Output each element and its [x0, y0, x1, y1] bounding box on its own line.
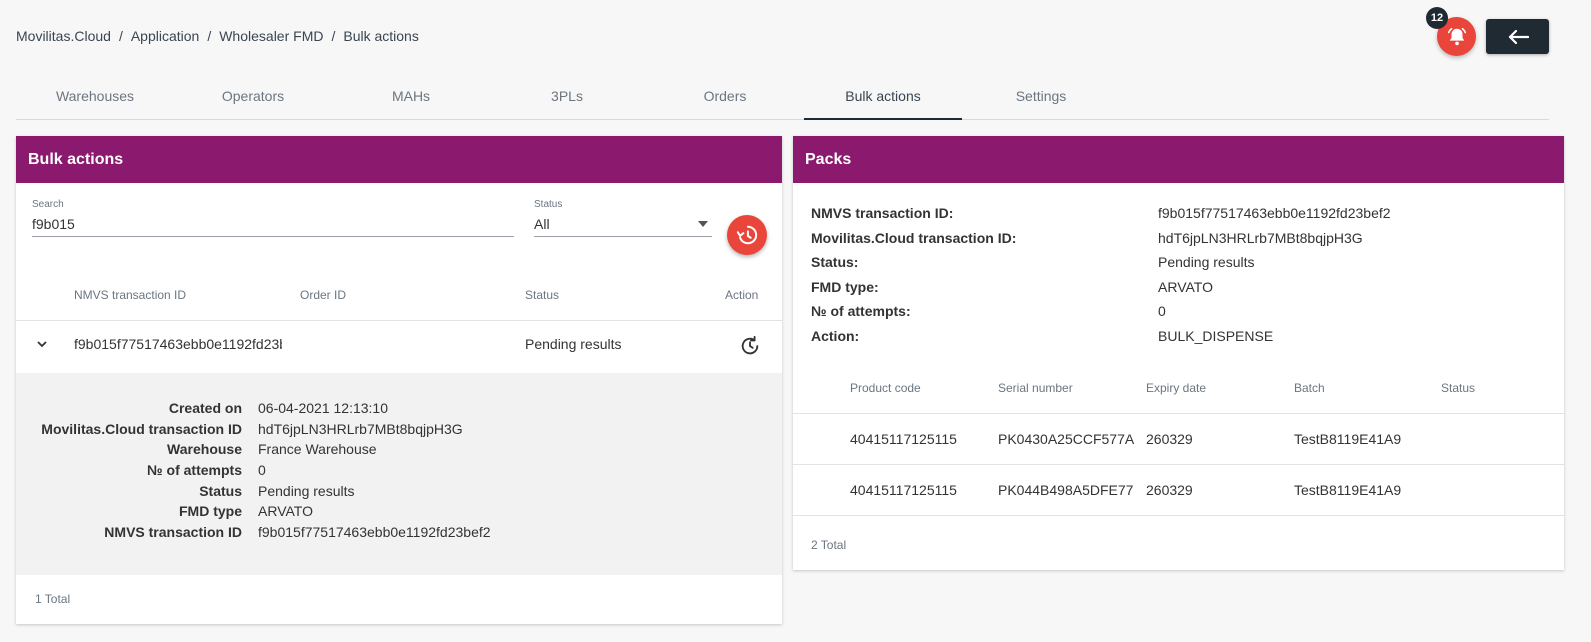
info-value: BULK_DISPENSE [1158, 328, 1274, 344]
detail-label: Warehouse [167, 441, 242, 457]
info-value: ARVATO [1158, 279, 1213, 295]
chevron-down-icon[interactable] [697, 220, 709, 228]
tab-mahs[interactable]: MAHs [332, 76, 490, 120]
tab-orders[interactable]: Orders [646, 76, 804, 120]
row-nmvs-id: f9b015f77517463ebb0e1192fd23bef2 [74, 336, 282, 352]
search-label: Search [32, 199, 64, 210]
history-icon [736, 225, 758, 245]
info-label: № of attempts: [811, 303, 911, 319]
bulk-actions-title: Bulk actions [16, 136, 782, 183]
history-refresh-button[interactable] [727, 215, 767, 255]
detail-value: Pending results [258, 483, 355, 499]
arrow-left-icon [1508, 29, 1529, 44]
row-status: Pending results [525, 336, 622, 352]
col-header-expiry-date[interactable]: Expiry date [1146, 381, 1206, 395]
pack-expiry-date: 260329 [1146, 482, 1193, 498]
detail-value: 06-04-2021 12:13:10 [258, 400, 388, 416]
detail-value: ARVATO [258, 503, 313, 519]
col-header-batch[interactable]: Batch [1294, 381, 1325, 395]
status-filter-select[interactable]: All [534, 216, 694, 232]
info-value: f9b015f77517463ebb0e1192fd23bef2 [1158, 205, 1391, 221]
breadcrumb: Movilitas.Cloud / Application / Wholesaler… [16, 28, 419, 44]
info-value: hdT6jpLN3HRLrb7MBt8bqjpH3G [1158, 230, 1363, 246]
col-header-serial-number[interactable]: Serial number [998, 381, 1073, 395]
main-tabs: Warehouses Operators MAHs 3PLs Orders Bu… [16, 76, 1549, 120]
info-label: Action: [811, 328, 860, 344]
packs-panel: Packs NMVS transaction ID: f9b015f775174… [793, 136, 1564, 570]
detail-label: Created on [168, 400, 242, 416]
back-button[interactable] [1486, 19, 1549, 54]
pack-product-code: 40415117125115 [850, 482, 957, 498]
detail-label: FMD type [179, 503, 242, 519]
col-header-status[interactable]: Status [525, 288, 559, 302]
pack-serial-number: PK044B498A5DFE77 [998, 482, 1134, 498]
col-header-order-id[interactable]: Order ID [300, 288, 346, 302]
search-input[interactable]: f9b015 [32, 216, 512, 232]
chevron-down-icon[interactable] [37, 341, 47, 348]
detail-value: 0 [258, 462, 266, 478]
pack-serial-number: PK0430A25CCF577A [998, 431, 1135, 447]
notification-count-badge: 12 [1426, 7, 1448, 29]
tab-operators[interactable]: Operators [174, 76, 332, 120]
pack-batch: TestB8119E41A9 [1294, 482, 1402, 498]
status-filter-label: Status [534, 199, 563, 210]
detail-label: NMVS transaction ID [104, 524, 242, 540]
col-header-pack-status[interactable]: Status [1441, 381, 1475, 395]
detail-value: f9b015f77517463ebb0e1192fd23bef2 [258, 524, 491, 540]
bulk-actions-panel: Bulk actions Search f9b015 Status All NM… [16, 136, 782, 624]
bulk-total-count: 1 Total [35, 592, 71, 606]
detail-label: Status [199, 483, 242, 499]
info-label: Movilitas.Cloud transaction ID: [811, 230, 1017, 246]
tab-settings[interactable]: Settings [962, 76, 1120, 120]
breadcrumb-item-application[interactable]: Application [131, 28, 200, 44]
packs-total-count: 2 Total [811, 538, 847, 552]
pack-expiry-date: 260329 [1146, 431, 1193, 447]
detail-label: № of attempts [147, 462, 242, 478]
detail-value: France Warehouse [258, 441, 377, 457]
packs-title: Packs [793, 136, 1564, 183]
detail-label: Movilitas.Cloud transaction ID [41, 421, 242, 437]
col-header-product-code[interactable]: Product code [850, 381, 921, 395]
col-header-action: Action [725, 288, 759, 302]
detail-value: hdT6jpLN3HRLrb7MBt8bqjpH3G [258, 421, 463, 437]
tab-bulk-actions[interactable]: Bulk actions [804, 76, 962, 120]
info-value: Pending results [1158, 254, 1255, 270]
info-label: FMD type: [811, 279, 879, 295]
info-label: Status: [811, 254, 859, 270]
info-label: NMVS transaction ID: [811, 205, 954, 221]
info-value: 0 [1158, 303, 1166, 319]
breadcrumb-item-wholesaler[interactable]: Wholesaler FMD [219, 28, 323, 44]
bell-icon [1447, 27, 1466, 45]
col-header-nmvs[interactable]: NMVS transaction ID [74, 288, 186, 302]
breadcrumb-item-current: Bulk actions [343, 28, 419, 44]
retry-icon[interactable] [739, 335, 761, 357]
tab-warehouses[interactable]: Warehouses [16, 76, 174, 120]
tab-3pls[interactable]: 3PLs [488, 76, 646, 120]
row-details: Created on 06-04-2021 12:13:10 Movilitas.… [16, 373, 782, 575]
pack-product-code: 40415117125115 [850, 431, 957, 447]
pack-batch: TestB8119E41A9 [1294, 431, 1402, 447]
breadcrumb-item-cloud[interactable]: Movilitas.Cloud [16, 28, 111, 44]
